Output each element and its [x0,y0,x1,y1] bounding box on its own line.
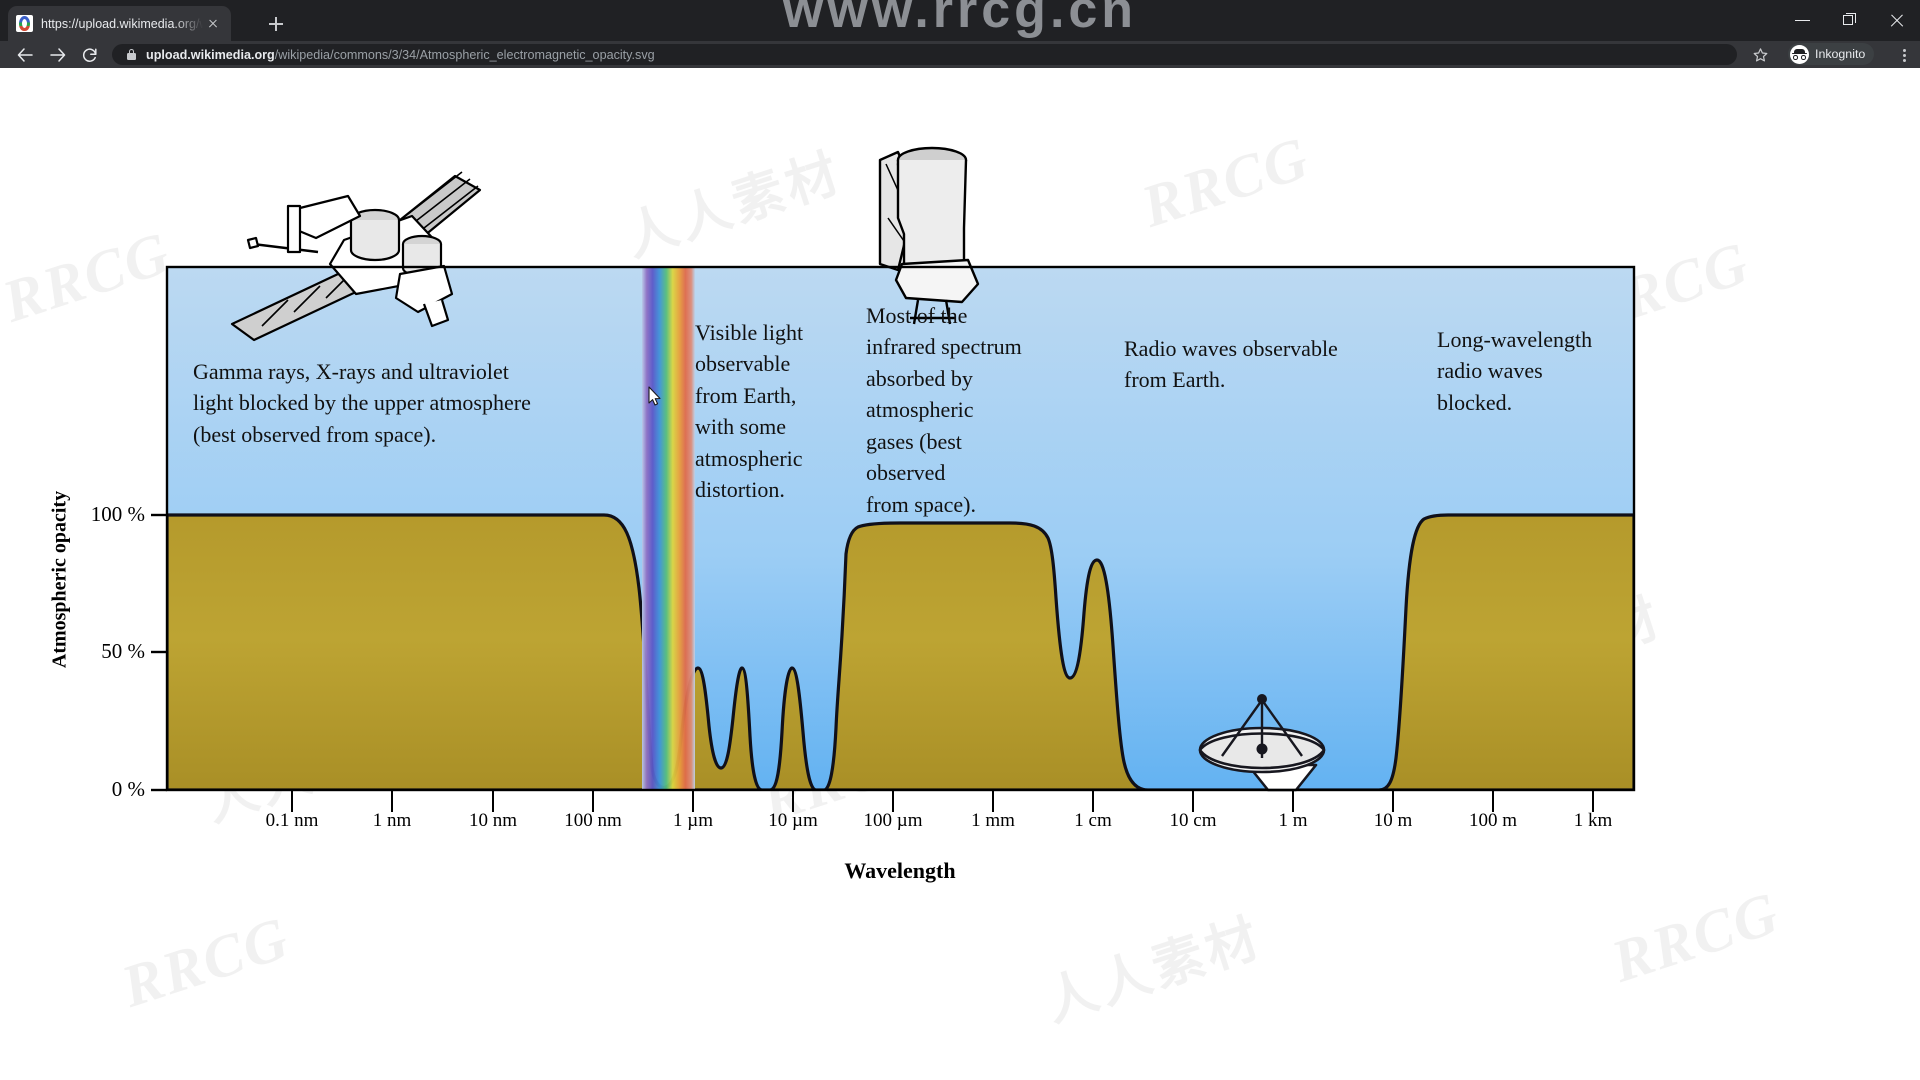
tab-strip: www.rrcg.cn https://upload.wikimedia.org… [0,0,1920,41]
annotation-line: infrared spectrum [866,334,1022,360]
maximize-window-icon[interactable] [1826,0,1873,41]
annotation-line: gases (best [866,428,962,454]
annotation-line: from Earth. [1124,367,1226,393]
browser-toolbar: upload.wikimedia.org/wikipedia/commons/3… [0,41,1920,68]
y-axis-ticks [151,513,167,792]
window-controls [1779,0,1920,41]
page-viewport: RRCG 人人素材 RRCG 人人素材 RRCG 人人素材 RRCG 人人素材 … [0,68,1920,1080]
annotation-line: Long-wavelength [1437,327,1593,352]
annotation-line: Radio waves observable [1124,336,1338,361]
url-host: upload.wikimedia.org [146,47,275,62]
annotation-line: absorbed by [866,365,973,391]
annotation-infrared: Most of the infrared spectrum absorbed b… [866,300,1066,520]
address-bar-url: upload.wikimedia.org/wikipedia/commons/3… [146,48,655,62]
atmospheric-opacity-figure [0,68,1920,1080]
annotation-line: atmospheric [695,445,803,471]
chrome-menu-icon[interactable] [1897,44,1911,65]
annotation-radio-observable: Radio waves observable from Earth. [1124,333,1374,396]
profile-name-label: Inkognito [1815,47,1866,61]
profile-incognito-chip[interactable]: Inkognito [1788,43,1875,65]
annotation-line: observable [695,351,791,377]
x-tick-label: 1 km [1573,810,1613,831]
annotation-line: from space). [866,491,976,517]
annotation-visible-light: Visible light observable from Earth, wit… [695,317,875,506]
annotation-line: (best observed from space). [193,421,437,447]
address-bar[interactable]: upload.wikimedia.org/wikipedia/commons/3… [112,44,1737,65]
annotation-line: Most of the [866,303,968,328]
close-tab-icon[interactable] [203,14,223,34]
annotation-line: Visible light [695,320,804,345]
y-tick-label-50: 50 % [101,639,145,663]
x-axis-title: Wavelength [844,858,956,883]
minimize-window-icon[interactable] [1779,0,1826,41]
annotation-line: from Earth, [695,382,797,408]
bookmark-star-icon[interactable] [1753,48,1768,62]
annotation-long-radio-blocked: Long-wavelength radio waves blocked. [1437,324,1637,418]
url-path: /wikipedia/commons/3/34/Atmospheric_elec… [274,47,655,62]
close-window-icon[interactable] [1873,0,1920,41]
tab-title: https://upload.wikimedia.org/wik [41,16,203,31]
annotation-line: blocked. [1437,389,1513,415]
y-tick-label-0: 0 % [111,777,145,801]
browser-window: www.rrcg.cn https://upload.wikimedia.org… [0,0,1920,1080]
browser-tab[interactable]: https://upload.wikimedia.org/wik [8,6,231,41]
lock-icon [126,49,137,60]
annotation-line: atmospheric [866,397,974,423]
mouse-cursor [648,386,662,406]
reload-icon[interactable] [75,41,105,68]
forward-icon[interactable] [43,41,73,68]
wikimedia-favicon [16,15,33,32]
visible-spectrum-rainbow-band [642,267,695,790]
annotation-gamma-xray-uv: Gamma rays, X-rays and ultraviolet light… [193,356,593,450]
annotation-line: distortion. [695,477,785,503]
opacity-curve-area [167,513,1634,790]
annotation-line: with some [695,414,787,440]
new-tab-icon[interactable] [262,10,290,38]
annotation-line: Gamma rays, X-rays and ultraviolet [193,359,509,384]
annotation-line: observed [866,460,946,486]
annotation-line: radio waves [1437,358,1543,384]
x-axis-ticks [291,790,1594,812]
annotation-line: light blocked by the upper atmosphere [193,390,531,416]
back-icon[interactable] [10,41,40,68]
atmospheric-opacity-curve [167,513,1634,790]
y-tick-label-100: 100 % [90,502,145,526]
incognito-icon [1790,44,1809,64]
